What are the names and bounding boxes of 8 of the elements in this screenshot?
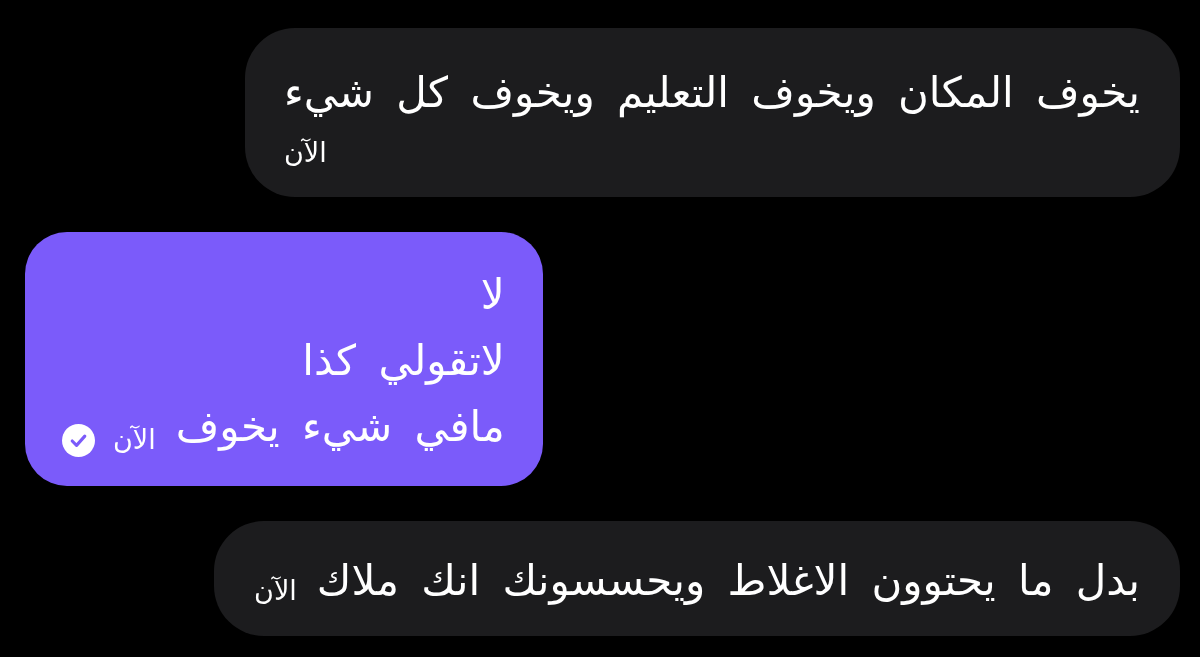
timestamp: الآن bbox=[283, 136, 327, 170]
timestamp: الآن bbox=[113, 423, 156, 457]
message-text: يخوف المكان ويخوف التعليم ويخوف كل شيء bbox=[283, 67, 1140, 120]
message-text: لاتقولي كذا bbox=[301, 335, 505, 387]
message-text: مافي شيء يخوف bbox=[175, 401, 505, 453]
timestamp: الآن bbox=[254, 574, 297, 608]
message-text: لا bbox=[479, 269, 505, 321]
message-text: بدل ما يحتوون الاغلاط ويحسسونك انك ملاك bbox=[316, 555, 1140, 607]
